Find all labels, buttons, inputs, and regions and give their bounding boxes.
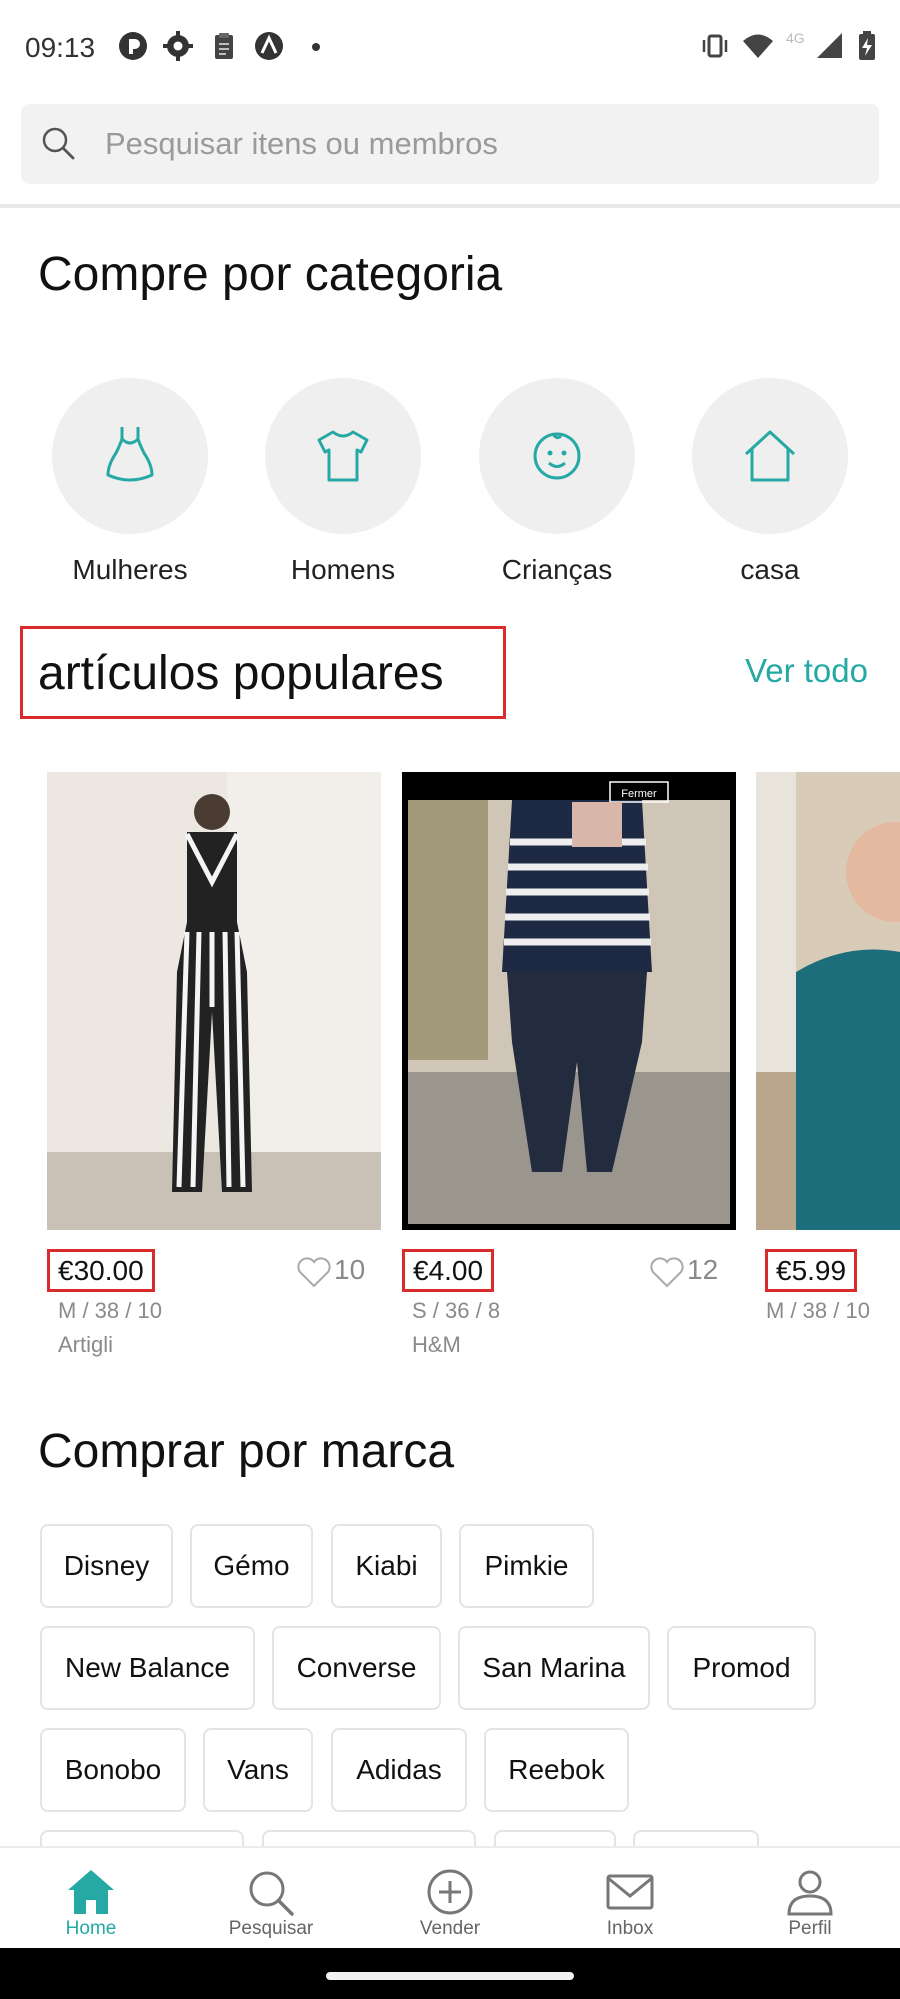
likes-count[interactable]: 10: [296, 1254, 365, 1288]
price-label-highlighted: €30.00: [47, 1249, 155, 1292]
product-details: M / 38 / 10: [766, 1298, 870, 1323]
brand-chip-gemo[interactable]: Gémo: [190, 1524, 313, 1608]
category-circle: [692, 378, 848, 534]
nav-sell[interactable]: Vender: [380, 1868, 520, 1940]
home-gesture-handle[interactable]: [326, 1972, 574, 1980]
category-section-title: Compre por categoria: [38, 248, 503, 301]
clipboard-icon: [215, 33, 233, 59]
person-icon: [787, 1870, 833, 1916]
brand-section-title: Comprar por marca: [38, 1425, 455, 1478]
baby-face-icon: [533, 432, 581, 480]
category-criancas[interactable]: Crianças: [477, 378, 637, 586]
category-mulheres[interactable]: Mulheres: [50, 378, 210, 586]
status-time: 09:13: [25, 32, 96, 63]
tshirt-icon: [317, 430, 369, 482]
category-circle: [265, 378, 421, 534]
network-type-label: 4G: [786, 30, 805, 46]
heart-icon[interactable]: [296, 1256, 332, 1288]
heart-icon[interactable]: [649, 1256, 685, 1288]
house-icon: [744, 430, 796, 482]
likes-number: 10: [334, 1254, 366, 1285]
nav-label: Vender: [419, 1918, 481, 1939]
brand-chip-converse[interactable]: Converse: [272, 1626, 441, 1710]
category-label: Mulheres: [72, 554, 188, 585]
category-label: Crianças: [501, 554, 613, 585]
see-all-link[interactable]: Ver todo: [745, 652, 868, 690]
bottom-navigation: Home Pesquisar Vender Inbox Perfil: [0, 1846, 900, 1950]
brand-chip-kiabi[interactable]: Kiabi: [331, 1524, 442, 1608]
vibrate-icon: [702, 34, 728, 58]
settings-gear-icon: [163, 31, 193, 61]
product-brand: H&M: [412, 1332, 461, 1357]
product-card[interactable]: Fermer: [402, 772, 736, 1230]
dress-icon: [106, 427, 154, 482]
product-card[interactable]: [756, 772, 900, 1230]
nav-home[interactable]: Home: [21, 1868, 161, 1940]
notification-dot-icon: [312, 43, 320, 51]
product-image: [47, 772, 381, 1230]
category-casa[interactable]: casa: [690, 378, 850, 586]
battery-charging-icon: [859, 31, 875, 60]
search-icon: [249, 1871, 294, 1916]
product-details: M / 38 / 10: [58, 1298, 162, 1323]
home-icon: [68, 1870, 114, 1914]
product-brand: Artigli: [58, 1332, 114, 1357]
brand-chip-adidas[interactable]: Adidas: [331, 1728, 467, 1812]
nav-label: Inbox: [606, 1918, 654, 1939]
product-card[interactable]: [47, 772, 381, 1230]
brand-chip-pimkie[interactable]: Pimkie: [459, 1524, 594, 1608]
system-gesture-bar: [0, 1948, 900, 1999]
nav-label: Home: [65, 1918, 117, 1939]
brand-chip-promod[interactable]: Promod: [667, 1626, 816, 1710]
search-input[interactable]: Pesquisar itens ou membros: [21, 104, 879, 184]
product-photo-teal-top: [756, 772, 900, 1230]
status-bar: 09:13 4G: [0, 0, 900, 96]
app-notification-icon: [119, 32, 147, 60]
price-label-highlighted: €5.99: [765, 1249, 858, 1292]
divider: [0, 204, 900, 208]
nav-search[interactable]: Pesquisar: [201, 1868, 341, 1940]
vpn-arrow-icon: [255, 32, 283, 60]
brand-chip-bonobo[interactable]: Bonobo: [40, 1728, 186, 1812]
likes-count[interactable]: 12: [649, 1254, 718, 1288]
nav-label: Perfil: [788, 1918, 832, 1939]
popular-section-title: artículos populares: [38, 647, 444, 700]
search-icon: [42, 127, 75, 160]
category-circle: [52, 378, 208, 534]
plus-circle-icon: [427, 1869, 473, 1915]
product-image: Fermer: [402, 772, 736, 1230]
wifi-icon: [743, 34, 773, 58]
likes-number: 12: [687, 1254, 719, 1285]
brand-chip-vans[interactable]: Vans: [203, 1728, 313, 1812]
photo-overlay-text: Fermer: [621, 788, 657, 800]
nav-profile[interactable]: Perfil: [740, 1868, 880, 1940]
brand-chip-new-balance[interactable]: New Balance: [40, 1626, 255, 1710]
product-photo-jumpsuit: [47, 772, 381, 1230]
nav-inbox[interactable]: Inbox: [560, 1868, 700, 1940]
mail-icon: [606, 1874, 654, 1910]
category-circle: [479, 378, 635, 534]
brand-chip-san-marina[interactable]: San Marina: [458, 1626, 650, 1710]
nav-label: Pesquisar: [228, 1918, 314, 1939]
price-label-highlighted: €4.00: [402, 1249, 495, 1292]
product-details: S / 36 / 8: [412, 1298, 501, 1323]
cell-signal-icon: [817, 33, 842, 58]
category-label: casa: [740, 554, 800, 585]
category-label: Homens: [290, 554, 396, 585]
category-homens[interactable]: Homens: [263, 378, 423, 586]
brand-chip-reebok[interactable]: Reebok: [484, 1728, 629, 1812]
product-image: [756, 772, 900, 1230]
brand-chip-disney[interactable]: Disney: [40, 1524, 173, 1608]
search-placeholder: Pesquisar itens ou membros: [105, 126, 498, 161]
product-photo-striped-top: Fermer: [402, 772, 736, 1230]
